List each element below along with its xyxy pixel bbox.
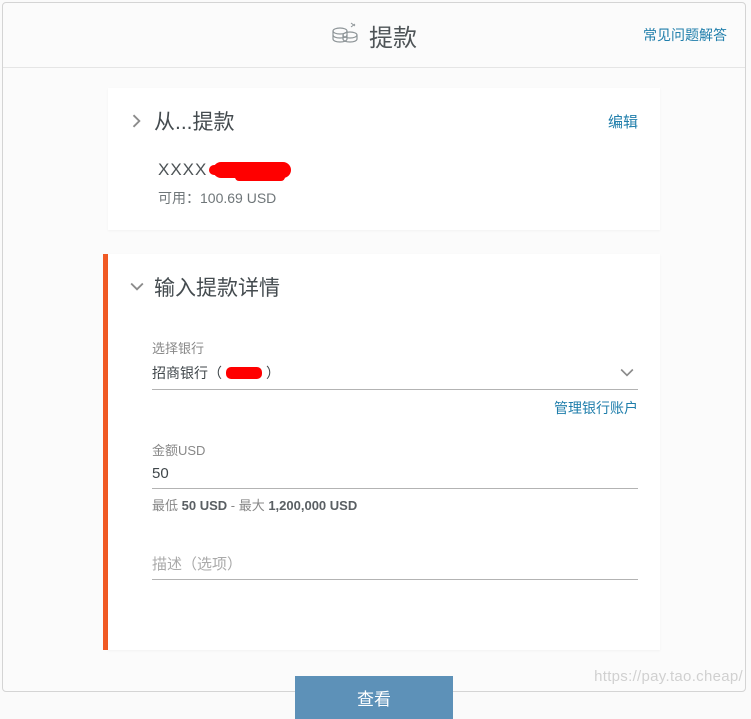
available-value: 100.69 USD	[200, 190, 276, 206]
from-card: 从...提款 编辑 XXXX 可用：100.69 USD	[108, 88, 660, 230]
chevron-right-icon	[130, 114, 144, 128]
hint-mid: - 最大	[227, 498, 268, 513]
description-input[interactable]	[152, 554, 638, 580]
account-row: XXXX	[158, 160, 638, 180]
submit-button[interactable]: 查看	[295, 676, 453, 719]
hint-max: 1,200,000 USD	[268, 498, 357, 513]
app-window: 提款 常见问题解答 从...提款 编辑 XXXX 可用：	[2, 2, 746, 692]
bank-selected-value: 招商银行（ ）	[152, 363, 280, 383]
amount-field: 金额USD 最低 50 USD - 最大 1,200,000 USD	[152, 440, 638, 514]
amount-hint: 最低 50 USD - 最大 1,200,000 USD	[152, 495, 638, 514]
watermark: https://pay.tao.cheap/	[594, 668, 743, 685]
redacted-span	[213, 162, 291, 178]
hint-prefix: 最低	[152, 498, 182, 513]
header: 提款 常见问题解答	[3, 3, 745, 68]
hint-min: 50 USD	[182, 498, 228, 513]
bank-field: 选择银行 招商银行（ ） 管理银行账户	[152, 338, 638, 418]
available-amount: 可用：100.69 USD	[158, 188, 638, 208]
bank-select[interactable]: 招商银行（ ）	[152, 361, 638, 390]
details-card-wrap: 输入提款详情 选择银行 招商银行（ ）	[103, 254, 660, 650]
coins-icon	[331, 22, 359, 48]
from-body: XXXX 可用：100.69 USD	[130, 136, 638, 208]
from-card-header-left: 从...提款	[130, 106, 235, 136]
faq-link[interactable]: 常见问题解答	[643, 25, 727, 45]
edit-link[interactable]: 编辑	[608, 111, 638, 132]
chevron-down-icon	[130, 280, 144, 294]
details-card-header[interactable]: 输入提款详情	[130, 272, 638, 302]
manage-row: 管理银行账户	[152, 398, 638, 418]
content: 从...提款 编辑 XXXX 可用：100.69 USD	[3, 68, 745, 719]
from-card-header[interactable]: 从...提款 编辑	[130, 106, 638, 136]
details-title: 输入提款详情	[154, 272, 280, 302]
account-masked: XXXX	[158, 160, 207, 180]
redacted-span	[226, 367, 262, 379]
page-title-text: 提款	[369, 18, 417, 53]
amount-label: 金额USD	[152, 440, 638, 459]
description-field	[152, 554, 638, 580]
manage-bank-link[interactable]: 管理银行账户	[554, 400, 638, 416]
details-card-header-left: 输入提款详情	[130, 272, 280, 302]
details-card: 输入提款详情 选择银行 招商银行（ ）	[108, 254, 660, 650]
bank-value-prefix: 招商银行（	[152, 363, 222, 383]
bank-value-suffix: ）	[266, 363, 280, 383]
amount-input[interactable]	[152, 463, 638, 489]
bank-label: 选择银行	[152, 338, 638, 357]
available-label: 可用：	[158, 190, 200, 206]
page-title: 提款	[331, 18, 417, 53]
from-title: 从...提款	[154, 106, 235, 136]
fields: 选择银行 招商银行（ ） 管理银行账户	[130, 302, 638, 580]
chevron-down-icon	[620, 366, 634, 380]
